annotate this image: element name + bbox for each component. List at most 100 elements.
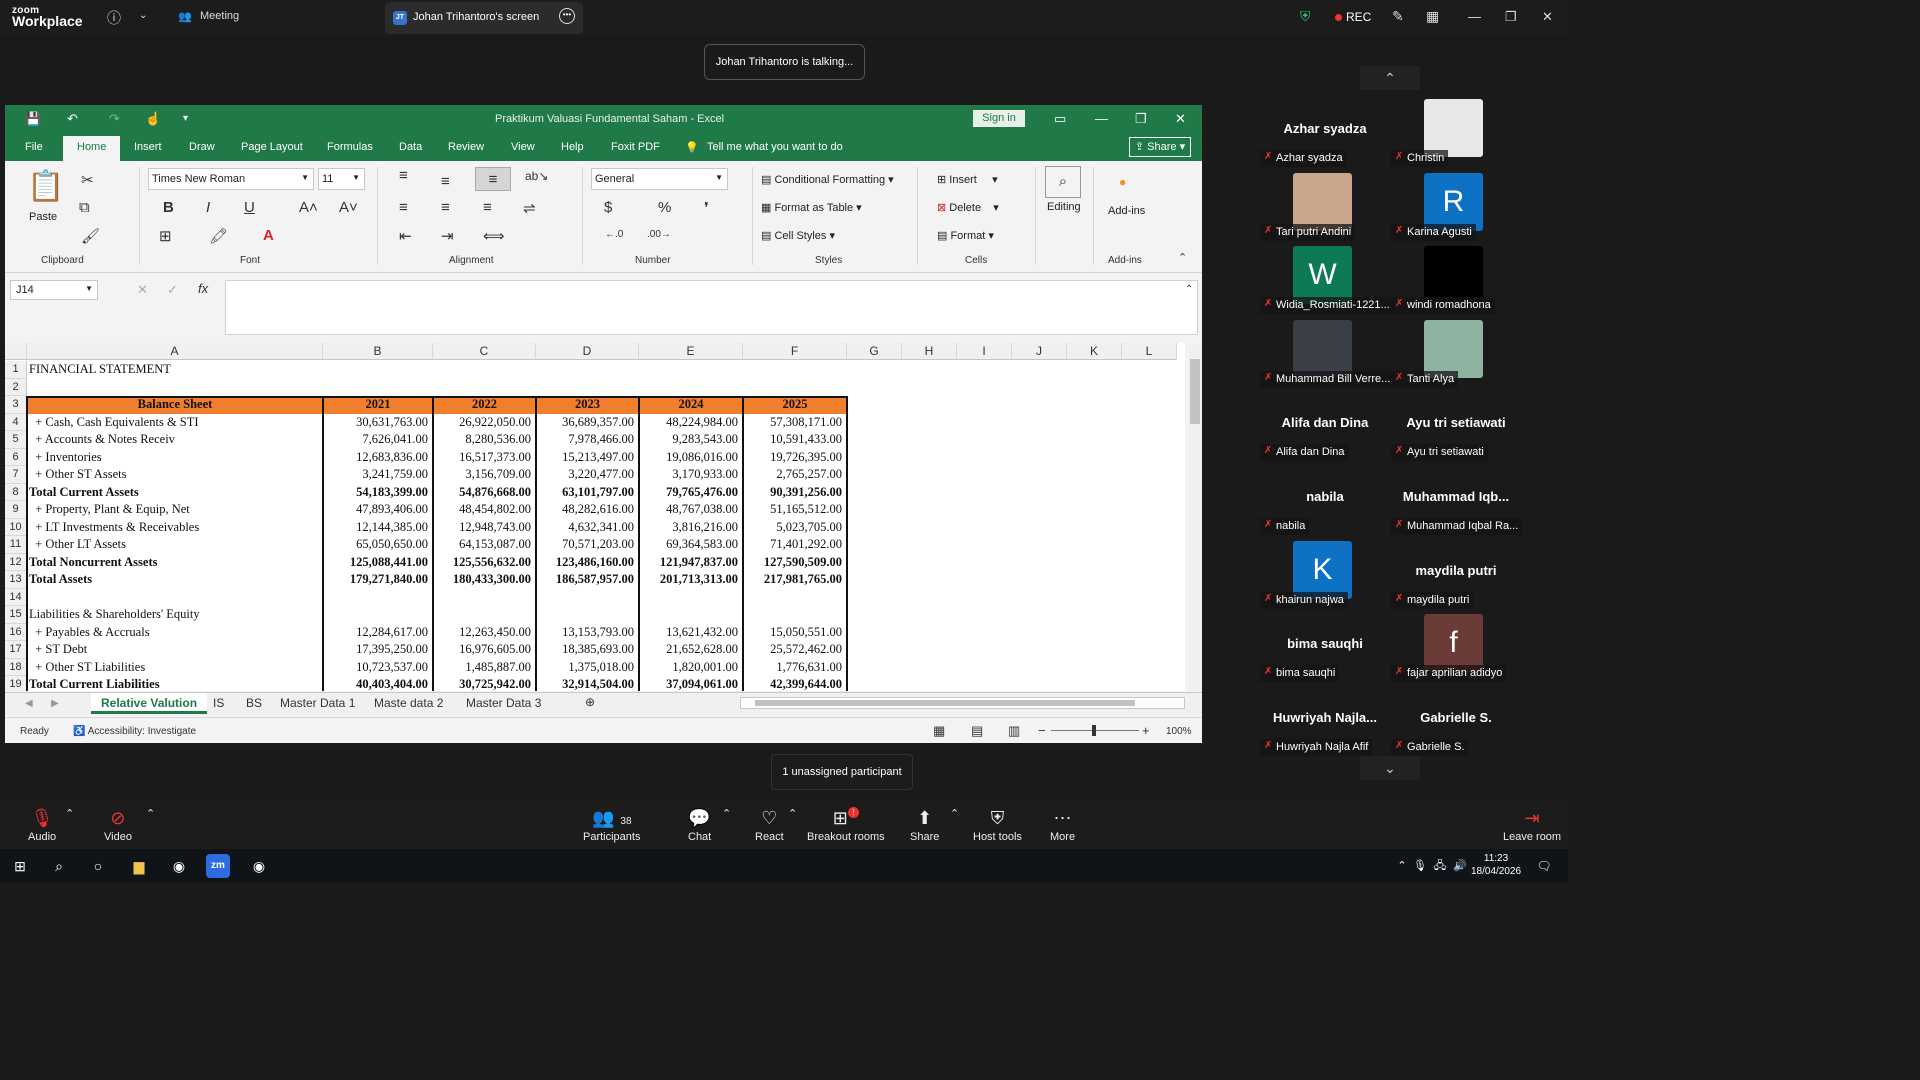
decrease-decimal-icon[interactable]: .00→ [647, 229, 671, 240]
label-cell[interactable]: Liabilities & Shareholders' Equity [29, 606, 200, 624]
value-cell[interactable]: 1,820,001.00 [639, 659, 743, 677]
participant-tile[interactable]: Christin [1391, 99, 1521, 171]
row-header[interactable]: 7 [5, 466, 27, 484]
save-icon[interactable]: 💾 [25, 111, 41, 127]
label-cell[interactable]: + Other LT Assets [29, 536, 126, 554]
row-header[interactable]: 17 [5, 641, 27, 659]
column-header[interactable]: H [902, 343, 957, 360]
value-cell[interactable]: 7,626,041.00 [323, 431, 433, 449]
addins-button[interactable]: Add-ins [1108, 205, 1145, 217]
system-clock[interactable]: 11:23 18/04/2026 [1471, 852, 1521, 878]
undo-icon[interactable]: ↶ [67, 111, 78, 127]
scroll-thumb[interactable] [755, 700, 1135, 706]
column-header[interactable]: D [536, 343, 639, 360]
align-left-icon[interactable]: ≡ [399, 199, 408, 216]
value-cell[interactable]: 25,572,462.00 [743, 641, 847, 659]
customize-toolbar-icon[interactable]: ▾ [183, 113, 188, 124]
value-cell[interactable]: 32,914,504.00 [536, 676, 639, 691]
borders-icon[interactable]: ⊞ [159, 227, 172, 245]
normal-view-icon[interactable]: ▦ [933, 723, 945, 739]
value-cell[interactable]: 47,893,406.00 [323, 501, 433, 519]
participant-tile[interactable]: Gabrielle S. Gabrielle S. [1391, 688, 1521, 760]
row-header[interactable]: 14 [5, 588, 27, 606]
participants-button[interactable]: 👥 38 Participants [583, 807, 640, 843]
row-header[interactable]: 18 [5, 658, 27, 676]
tab-home[interactable]: Home [63, 136, 121, 161]
percent-icon[interactable]: % [658, 199, 671, 216]
sheet-tab[interactable]: Relative Valution [91, 693, 208, 714]
minimize-icon[interactable]: — [1468, 9, 1481, 24]
value-cell[interactable]: 3,170,933.00 [639, 466, 743, 484]
participant-tile[interactable]: Tari putri Andini [1260, 172, 1390, 245]
participant-tile[interactable]: Azhar syadza Azhar syadza [1260, 99, 1390, 171]
share-button[interactable]: ⇪ Share ▾ [1129, 137, 1191, 157]
orientation-icon[interactable]: ab↘ [525, 169, 548, 183]
value-cell[interactable]: 12,948,743.00 [433, 519, 536, 537]
row-header[interactable]: 2 [5, 378, 27, 396]
breakout-rooms-button[interactable]: ⊞! Breakout rooms [807, 807, 885, 843]
value-cell[interactable]: 1,375,018.00 [536, 659, 639, 677]
enter-check-icon[interactable]: ✓ [167, 282, 178, 298]
participant-tile[interactable]: windi romadhona [1391, 246, 1521, 318]
align-center-icon[interactable]: ≡ [441, 199, 450, 216]
italic-icon[interactable]: I [206, 199, 210, 216]
label-cell[interactable]: Total Current Liabilities [29, 676, 160, 691]
excel-minimize-icon[interactable]: — [1095, 111, 1108, 126]
value-cell[interactable]: 125,556,632.00 [433, 554, 536, 572]
header-cell[interactable]: 2024 [639, 396, 743, 414]
value-cell[interactable]: 12,263,450.00 [433, 624, 536, 642]
value-cell[interactable]: 54,876,668.00 [433, 484, 536, 502]
search-icon[interactable]: ⌕ [47, 854, 71, 878]
value-cell[interactable]: 48,224,984.00 [639, 414, 743, 432]
zoom-app-icon[interactable]: zm [206, 854, 230, 878]
header-cell[interactable]: 2025 [743, 396, 847, 414]
value-cell[interactable]: 180,433,300.00 [433, 571, 536, 589]
label-cell[interactable]: + Property, Plant & Equip, Net [29, 501, 190, 519]
leave-room-button[interactable]: ⇥ Leave room [1503, 807, 1561, 843]
value-cell[interactable]: 10,591,433.00 [743, 431, 847, 449]
value-cell[interactable]: 17,395,250.00 [323, 641, 433, 659]
addins-icon[interactable]: ● [1119, 175, 1126, 189]
sheet-tab[interactable]: Master Data 1 [280, 696, 355, 710]
value-cell[interactable]: 217,981,765.00 [743, 571, 847, 589]
label-cell[interactable]: + Cash, Cash Equivalents & STI [29, 414, 198, 432]
zoom-slider-thumb[interactable] [1092, 725, 1096, 736]
paste-button[interactable]: Paste [29, 211, 57, 223]
vertical-scrollbar[interactable] [1188, 345, 1202, 691]
value-cell[interactable]: 1,776,631.00 [743, 659, 847, 677]
tab-review[interactable]: Review [448, 141, 484, 153]
chat-options-caret[interactable]: ⌃ [722, 807, 731, 820]
participant-tile[interactable]: Ayu tri setiawati Ayu tri setiawati [1391, 393, 1521, 465]
chat-button[interactable]: 💬 Chat [688, 807, 711, 843]
formula-input[interactable] [225, 280, 1198, 335]
participant-tile[interactable]: bima sauqhi bima sauqhi [1260, 614, 1390, 686]
value-cell[interactable]: 3,220,477.00 [536, 466, 639, 484]
value-cell[interactable]: 12,284,617.00 [323, 624, 433, 642]
row-header[interactable]: 11 [5, 536, 27, 554]
tab-insert[interactable]: Insert [134, 141, 162, 153]
chrome-profile-icon[interactable]: ◉ [247, 854, 271, 878]
row-header[interactable]: 16 [5, 623, 27, 641]
conditional-formatting-button[interactable]: ▤ Conditional Formatting ▾ [761, 173, 894, 186]
value-cell[interactable]: 65,050,650.00 [323, 536, 433, 554]
participant-tile[interactable]: Alifa dan Dina Alifa dan Dina [1260, 393, 1390, 465]
value-cell[interactable]: 90,391,256.00 [743, 484, 847, 502]
label-cell[interactable]: Total Assets [29, 571, 92, 589]
excel-restore-icon[interactable]: ❐ [1135, 111, 1147, 127]
participants-scroll-down[interactable]: ⌄ [1360, 756, 1420, 780]
delete-cells-button[interactable]: ⊠ Delete ▾ [937, 201, 999, 214]
align-bottom-icon[interactable]: ≡ [475, 167, 511, 191]
label-cell[interactable]: + ST Debt [29, 641, 87, 659]
sign-in-button[interactable]: Sign in [973, 110, 1025, 127]
format-cells-button[interactable]: ▤ Format ▾ [937, 229, 994, 242]
page-break-view-icon[interactable]: ▥ [1008, 723, 1020, 739]
value-cell[interactable]: 12,683,836.00 [323, 449, 433, 467]
participant-tile[interactable]: ffajar aprilian adidyo [1391, 614, 1521, 686]
increase-decimal-icon[interactable]: ←.0 [605, 229, 623, 240]
video-options-caret[interactable]: ⌃ [146, 807, 155, 820]
header-cell[interactable]: Balance Sheet [27, 396, 323, 414]
tab-formulas[interactable]: Formulas [327, 141, 373, 153]
row-header[interactable]: 19 [5, 676, 27, 691]
column-header[interactable]: F [743, 343, 847, 360]
sheet-tab[interactable]: BS [246, 696, 262, 710]
